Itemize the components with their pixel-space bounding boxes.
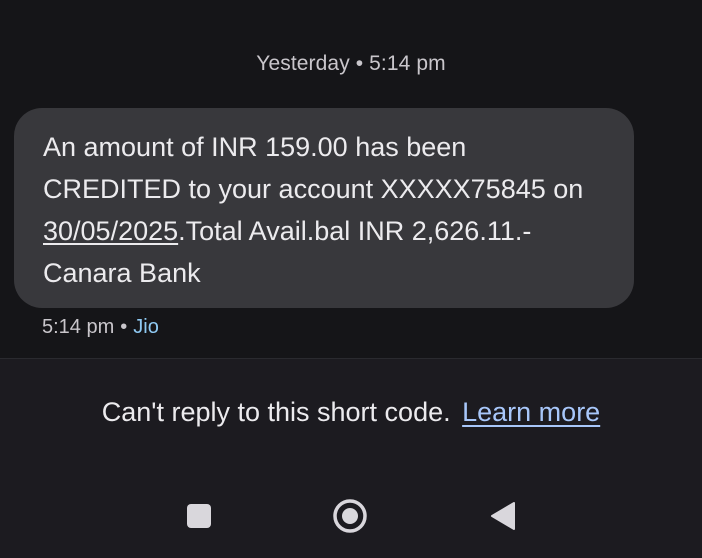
circle-home-icon [333,499,367,533]
back-button[interactable] [477,494,529,538]
message-text-start: An amount of INR 159.00 has been CREDITE… [43,132,584,204]
message-thread: Yesterday • 5:14 pm An amount of INR 159… [0,0,702,358]
reply-footer: Can't reply to this short code. Learn mo… [0,358,702,558]
date-link[interactable]: 30/05/2025 [43,216,178,246]
carrier-label: Jio [133,316,159,338]
message-time: 5:14 pm [42,316,115,338]
notice-text: Can't reply to this short code. [101,397,451,427]
square-recents-icon [187,504,211,528]
recents-button[interactable] [173,494,225,538]
cannot-reply-notice: Can't reply to this short code. Learn mo… [0,397,702,428]
triangle-back-icon [491,502,515,530]
message-bubble[interactable]: An amount of INR 159.00 has been CREDITE… [14,108,634,308]
home-button[interactable] [324,494,376,538]
message-meta: 5:14 pm • Jio [42,316,159,339]
system-navigation-bar [0,494,702,538]
timestamp-header: Yesterday • 5:14 pm [256,52,446,75]
message-text: An amount of INR 159.00 has been CREDITE… [43,126,610,294]
meta-separator: • [120,316,128,338]
learn-more-link[interactable]: Learn more [462,397,600,427]
footer-divider [0,358,702,359]
